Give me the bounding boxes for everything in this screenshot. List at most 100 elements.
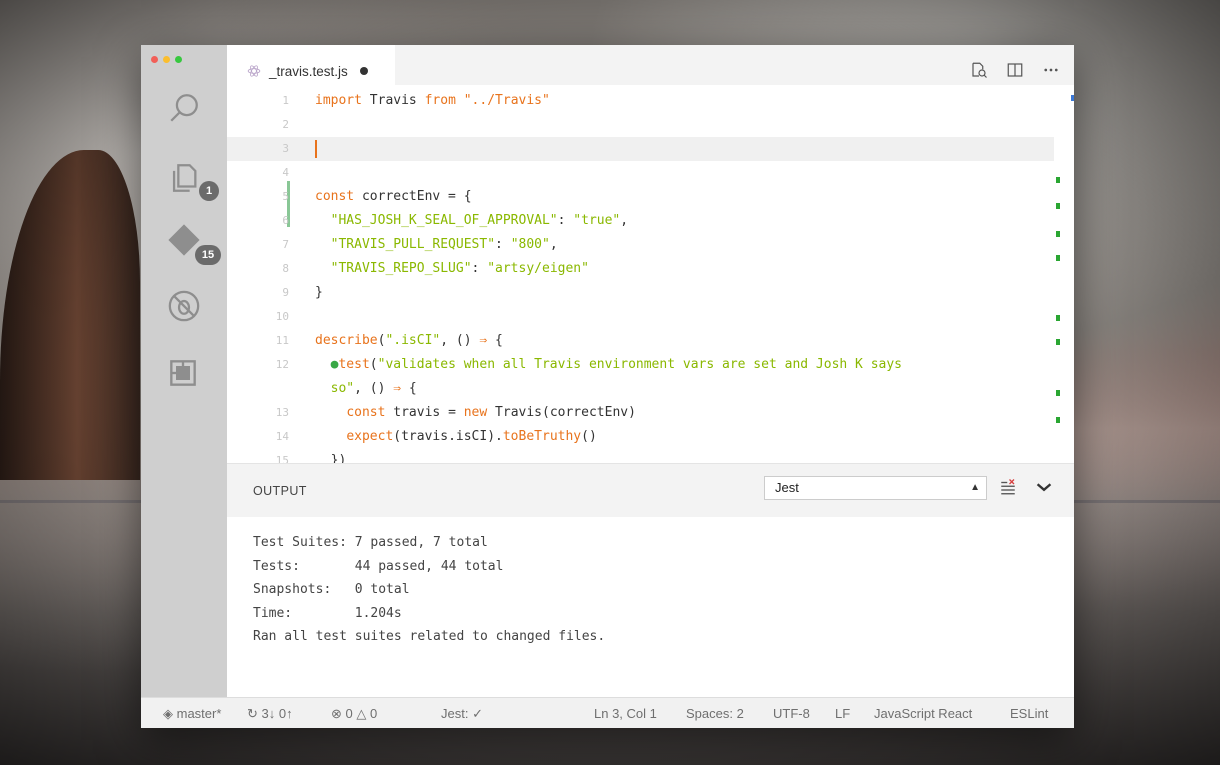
overview-change-marker <box>1056 339 1060 345</box>
code-line[interactable]: 14 expect(travis.isCI).toBeTruthy() <box>227 425 1054 449</box>
line-number: 6 <box>282 214 289 227</box>
scrollbar-thumb-marker <box>1071 95 1074 101</box>
explorer-files-icon[interactable] <box>167 161 201 195</box>
code-text: const travis = new Travis(correctEnv) <box>346 405 636 420</box>
code-editor[interactable]: 1 import Travis from "../Travis" 2 3 4 5 const… <box>227 85 1074 463</box>
editor-actions <box>970 61 1060 79</box>
line-number: 14 <box>275 430 289 443</box>
line-number: 7 <box>282 238 289 251</box>
line-number: 13 <box>275 406 289 419</box>
branch-status[interactable]: ◈ master* <box>163 706 221 722</box>
code-text: } <box>315 285 323 300</box>
line-number: 4 <box>282 166 289 179</box>
code-line[interactable]: 13 const travis = new Travis(correctEnv) <box>227 401 1054 425</box>
output-channel-value: Jest <box>775 480 799 495</box>
code-line[interactable]: 4 <box>227 161 1054 185</box>
line-number: 15 <box>275 454 289 463</box>
code-line[interactable]: 11 describe(".isCI", () ⇒ { <box>227 329 1054 353</box>
output-line: Test Suites: 7 passed, 7 total <box>253 535 488 550</box>
sync-icon: ↻ <box>247 706 262 721</box>
output-line: Ran all test suites related to changed f… <box>253 629 606 644</box>
output-line: Snapshots: 0 total <box>253 582 410 597</box>
jest-status[interactable]: Jest: ✓ <box>441 706 483 722</box>
minimize-window-button[interactable] <box>163 56 170 63</box>
error-icon: ⊗ <box>331 706 342 721</box>
overview-change-marker <box>1056 417 1060 423</box>
more-actions-icon[interactable] <box>1042 61 1060 79</box>
chevron-down-icon[interactable] <box>1033 476 1055 498</box>
code-text: "HAS_JOSH_K_SEAL_OF_APPROVAL": "true", <box>330 213 629 228</box>
code-text: "TRAVIS_PULL_REQUEST": "800", <box>330 237 558 252</box>
line-number: 11 <box>275 334 289 347</box>
overview-change-marker <box>1056 390 1060 396</box>
code-line[interactable]: 1 import Travis from "../Travis" <box>227 89 1054 113</box>
activity-bar: 1 15 <box>141 45 227 698</box>
indentation[interactable]: Spaces: 2 <box>686 706 744 721</box>
cursor-position[interactable]: Ln 3, Col 1 <box>594 706 657 721</box>
code-text <box>315 137 317 161</box>
split-editor-icon[interactable] <box>1006 61 1024 79</box>
line-ending[interactable]: LF <box>835 706 850 721</box>
extensions-icon[interactable] <box>169 359 197 387</box>
panel-title-output[interactable]: OUTPUT <box>253 484 307 498</box>
open-preview-icon[interactable] <box>970 61 988 79</box>
line-number: 8 <box>282 262 289 275</box>
warning-icon: △ <box>356 706 367 721</box>
code-line[interactable]: so", () ⇒ { <box>227 377 1054 401</box>
code-line[interactable]: 9} <box>227 281 1054 305</box>
encoding[interactable]: UTF-8 <box>773 706 810 721</box>
close-window-button[interactable] <box>151 56 158 63</box>
output-panel: OUTPUT Jest ▲ Test Suites: 7 passed, 7 t… <box>227 463 1074 699</box>
line-number: 9 <box>282 286 289 299</box>
code-line[interactable]: 15 }) <box>227 449 1054 463</box>
react-file-icon <box>247 64 261 78</box>
eslint-status[interactable]: ESLint <box>1010 706 1048 721</box>
clear-output-icon[interactable] <box>999 478 1017 496</box>
overview-change-marker <box>1056 177 1060 183</box>
unsaved-dot-icon[interactable] <box>359 67 368 75</box>
editor-window: 1 15 _travis.test.js 1 import Travis fro… <box>141 45 1074 728</box>
code-line[interactable]: 5 const correctEnv = { <box>227 185 1054 209</box>
problems-status[interactable]: ⊗ 0 △ 0 <box>331 706 377 722</box>
code-line[interactable]: 8 "TRAVIS_REPO_SLUG": "artsy/eigen" <box>227 257 1054 281</box>
search-icon[interactable] <box>167 91 201 125</box>
git-branch-icon: ◈ <box>163 706 177 721</box>
code-text: ●test("validates when all Travis environ… <box>330 357 903 372</box>
line-number: 12 <box>275 358 289 371</box>
zoom-window-button[interactable] <box>175 56 182 63</box>
overview-change-marker <box>1056 203 1060 209</box>
output-line: Tests: 44 passed, 44 total <box>253 558 504 574</box>
line-number: 1 <box>282 94 289 107</box>
line-number: 3 <box>282 142 289 155</box>
source-control-badge: 15 <box>195 245 221 265</box>
code-line[interactable]: 10 <box>227 305 1054 329</box>
overview-change-marker <box>1056 231 1060 237</box>
code-text: describe(".isCI", () ⇒ { <box>315 333 503 348</box>
explorer-badge: 1 <box>199 181 219 201</box>
panel-header: OUTPUT Jest ▲ <box>227 464 1074 517</box>
code-text: }) <box>315 453 347 463</box>
sync-status[interactable]: ↻ 3↓ 0↑ <box>247 706 293 722</box>
code-text: expect(travis.isCI).toBeTruthy() <box>346 429 597 444</box>
select-updown-icon: ▲ <box>970 482 980 493</box>
code-line[interactable]: 6 "HAS_JOSH_K_SEAL_OF_APPROVAL": "true", <box>227 209 1054 233</box>
debug-icon[interactable] <box>167 289 201 323</box>
code-text: so", () ⇒ { <box>330 381 417 396</box>
output-channel-select[interactable]: Jest ▲ <box>764 476 987 500</box>
tab-label: _travis.test.js <box>269 63 348 79</box>
line-number: 2 <box>282 118 289 131</box>
line-number: 10 <box>275 310 289 323</box>
code-line[interactable]: 7 "TRAVIS_PULL_REQUEST": "800", <box>227 233 1054 257</box>
code-line[interactable]: 12 ●test("validates when all Travis envi… <box>227 353 1054 377</box>
status-bar: ◈ master* ↻ 3↓ 0↑ ⊗ 0 △ 0 Jest: ✓ Ln 3, … <box>141 697 1074 728</box>
code-text: import Travis from "../Travis" <box>315 93 550 108</box>
language-mode[interactable]: JavaScript React <box>874 706 972 721</box>
overview-change-marker <box>1056 255 1060 261</box>
code-line[interactable]: 2 <box>227 113 1054 137</box>
code-line[interactable]: 3 <box>227 137 1054 161</box>
output-line: Time: 1.204s <box>253 605 402 621</box>
code-text: "TRAVIS_REPO_SLUG": "artsy/eigen" <box>330 261 589 276</box>
code-text: const correctEnv = { <box>315 189 472 204</box>
line-number: 5 <box>282 190 289 203</box>
overview-change-marker <box>1056 315 1060 321</box>
